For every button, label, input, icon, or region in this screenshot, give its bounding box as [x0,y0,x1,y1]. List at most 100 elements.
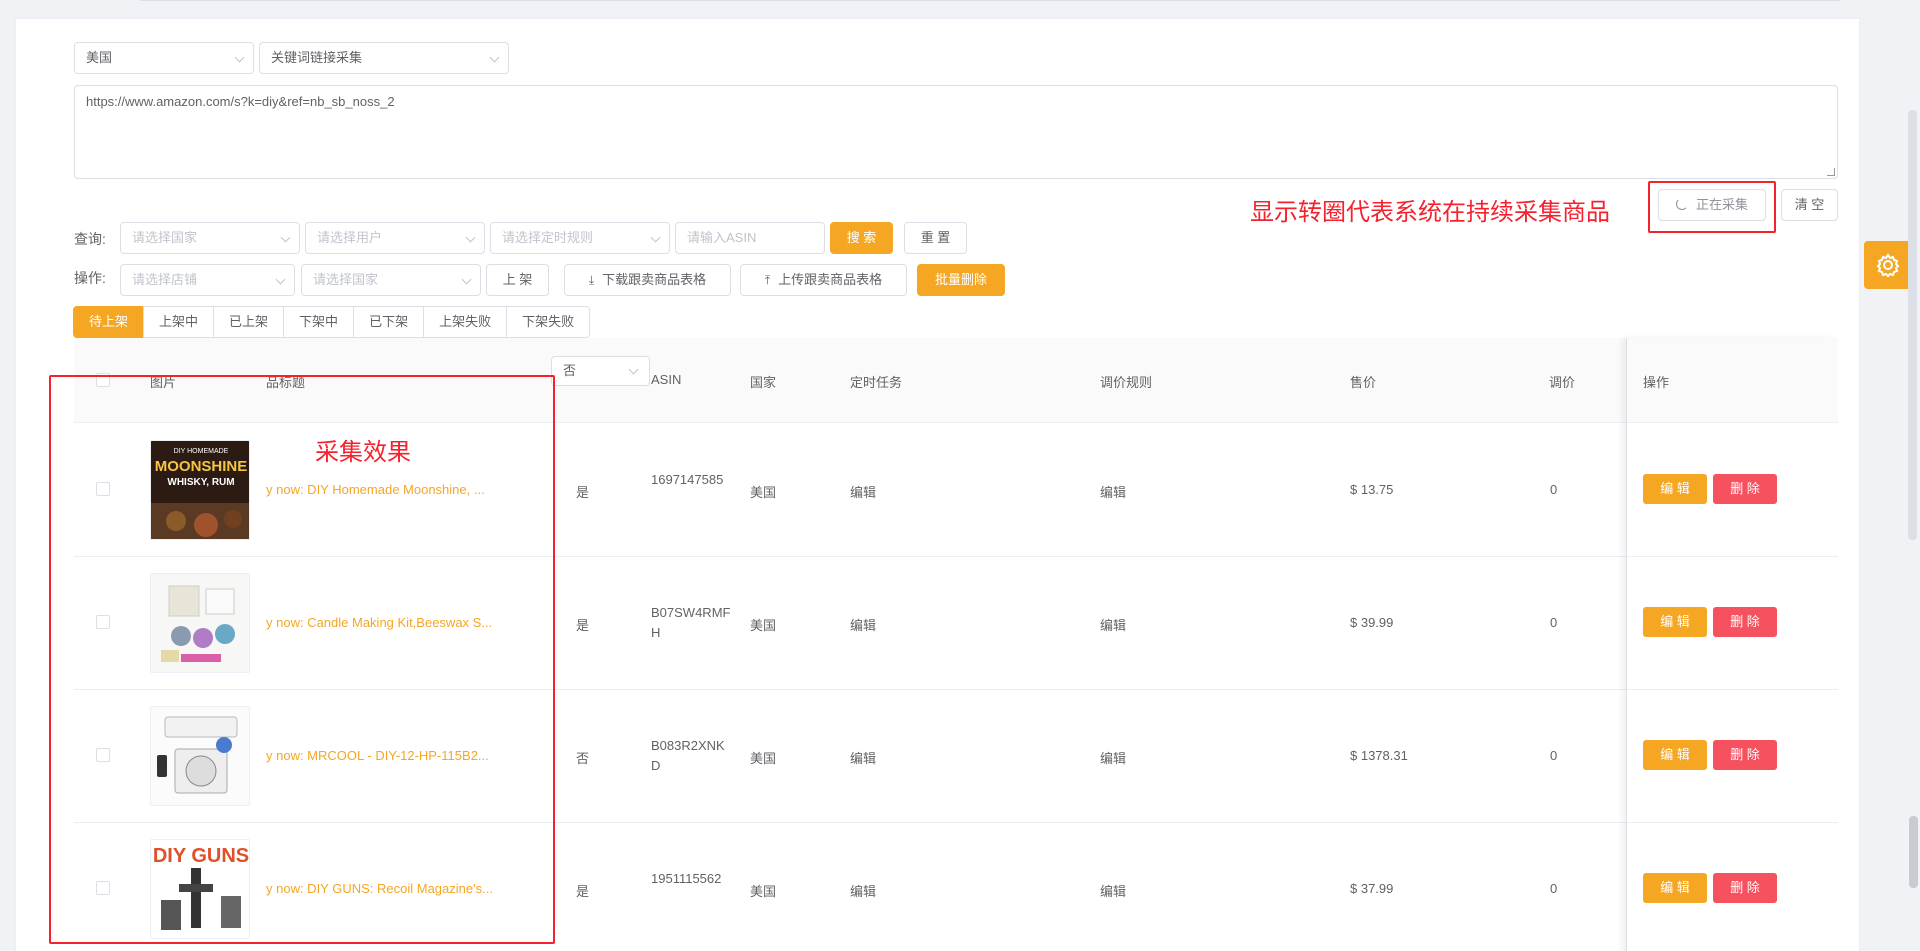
tab-delist-failed[interactable]: 下架失败 [506,306,591,338]
price-value: $ 37.99 [1350,881,1394,896]
reset-button[interactable]: 重 置 [904,222,967,254]
chevron-down-icon [234,52,245,63]
price-value: $ 13.75 [1350,482,1394,497]
header-action: 操作 [1643,375,1670,390]
country-select-value: 美国 [86,50,113,65]
delete-button[interactable]: 删 除 [1713,740,1777,770]
result-annotation: 采集效果 [315,439,411,466]
edit-button[interactable]: 编 辑 [1643,607,1707,637]
chevron-down-icon [465,232,476,243]
country-value: 美国 [750,485,777,500]
url-text: https://www.amazon.com/s?k=diy&ref=nb_sb… [86,94,395,109]
upload-icon: ⤒ [764,273,771,287]
tab-list-failed[interactable]: 上架失败 [423,306,508,338]
secondary-scrollbar[interactable] [1909,816,1918,888]
price-value: $ 1378.31 [1350,748,1408,763]
adjust-value: 0 [1550,482,1558,497]
header-price: 售价 [1350,375,1377,390]
collect-mode-select[interactable]: 关键词链接采集 [259,42,509,74]
tab-listing[interactable]: 上架中 [143,306,215,338]
timer-edit[interactable]: 编辑 [850,482,876,501]
download-table-button[interactable]: ⤓ 下载跟卖商品表格 [564,264,731,296]
rule-edit[interactable]: 编辑 [1100,748,1126,767]
flag-value: 是 [576,884,590,899]
chevron-down-icon [628,364,639,375]
adjust-value: 0 [1550,881,1558,896]
status-tabs: 待上架 上架中 已上架 下架中 已下架 上架失败 下架失败 [73,306,591,338]
country-value: 美国 [750,751,777,766]
edit-button[interactable]: 编 辑 [1643,474,1707,504]
url-textarea[interactable]: https://www.amazon.com/s?k=diy&ref=nb_sb… [74,85,1838,179]
page-scrollbar[interactable] [1908,110,1917,540]
result-highlight-box [49,375,555,944]
flag-value: 否 [576,751,590,766]
tab-listed[interactable]: 已上架 [213,306,285,338]
edit-button[interactable]: 编 辑 [1643,740,1707,770]
batch-delete-button[interactable]: 批量删除 [917,264,1005,296]
timer-edit[interactable]: 编辑 [850,881,876,900]
download-icon: ⤓ [588,273,595,287]
asin-value: 1697147585 [651,472,724,487]
asin-value: B07SW4RMFH [651,605,731,640]
ops-label: 操作: [74,270,106,286]
header-timer: 定时任务 [850,375,903,390]
tab-pending[interactable]: 待上架 [73,306,145,338]
chevron-down-icon [489,52,500,63]
query-rule-select[interactable]: 请选择定时规则 [490,222,670,254]
rule-edit[interactable]: 编辑 [1100,881,1126,900]
flag-filter-select[interactable]: 否 [551,356,650,386]
top-bar [0,0,1920,12]
flag-filter-value: 否 [563,363,577,378]
settings-tab[interactable] [1864,241,1912,289]
tab-delisting[interactable]: 下架中 [283,306,355,338]
chevron-down-icon [461,274,472,285]
delete-button[interactable]: 删 除 [1713,607,1777,637]
search-button[interactable]: 搜 索 [830,222,893,254]
store-select[interactable]: 请选择店铺 [120,264,295,296]
timer-edit[interactable]: 编辑 [850,748,876,767]
store-placeholder: 请选择店铺 [132,272,198,287]
list-button[interactable]: 上 架 [486,264,549,296]
delete-button[interactable]: 删 除 [1713,474,1777,504]
chevron-down-icon [275,274,286,285]
upload-label: 上传跟卖商品表格 [778,272,883,287]
clear-button[interactable]: 清 空 [1781,189,1838,221]
country-value: 美国 [750,618,777,633]
adjust-value: 0 [1550,615,1558,630]
query-country-select[interactable]: 请选择国家 [120,222,300,254]
asin-value: 1951115562 [651,871,722,886]
chevron-down-icon [650,232,661,243]
flag-value: 是 [576,485,590,500]
tab-delisted[interactable]: 已下架 [353,306,425,338]
header-price-rule: 调价规则 [1100,375,1153,390]
chevron-down-icon [280,232,291,243]
header-asin: ASIN [651,372,682,387]
query-user-select[interactable]: 请选择用户 [305,222,485,254]
header-country: 国家 [750,375,777,390]
top-divider [140,0,1840,1]
query-rule-placeholder: 请选择定时规则 [502,230,594,245]
timer-edit[interactable]: 编辑 [850,615,876,634]
rule-edit[interactable]: 编辑 [1100,482,1126,501]
query-label: 查询: [74,231,106,247]
upload-table-button[interactable]: ⤒ 上传跟卖商品表格 [740,264,907,296]
loading-spinner-icon [1675,198,1688,210]
flag-value: 是 [576,618,590,633]
price-value: $ 39.99 [1350,615,1394,630]
collecting-button[interactable]: 正在采集 [1658,189,1766,221]
asin-input[interactable]: 请输入ASIN [675,222,825,254]
download-label: 下载跟卖商品表格 [602,272,707,287]
country-value: 美国 [750,884,777,899]
resize-handle-icon[interactable] [1827,168,1835,176]
edit-button[interactable]: 编 辑 [1643,873,1707,903]
delete-button[interactable]: 删 除 [1713,873,1777,903]
rule-edit[interactable]: 编辑 [1100,615,1126,634]
adjust-value: 0 [1550,748,1558,763]
ops-country-select[interactable]: 请选择国家 [301,264,481,296]
country-select[interactable]: 美国 [74,42,254,74]
ops-country-placeholder: 请选择国家 [313,272,379,287]
asin-placeholder: 请输入ASIN [687,230,757,245]
query-user-placeholder: 请选择用户 [317,230,383,245]
asin-value: B083R2XNKD [651,738,725,773]
gear-icon [1876,253,1900,278]
